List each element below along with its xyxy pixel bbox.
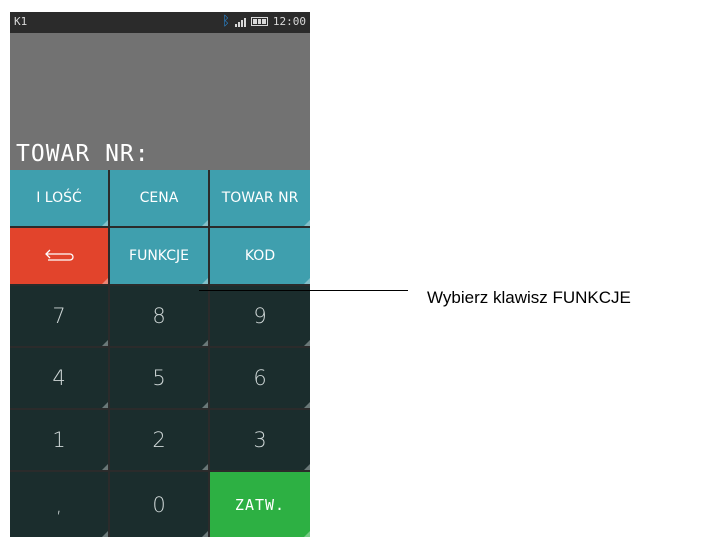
- bluetooth-icon: ᛒ: [222, 14, 230, 29]
- digit-5-key[interactable]: 5: [110, 348, 208, 408]
- digit-6-key[interactable]: 6: [210, 348, 310, 408]
- callout-text: Wybierz klawisz FUNKCJE: [427, 288, 631, 307]
- clock: 12:00: [272, 15, 306, 28]
- digit-3-key[interactable]: 3: [210, 410, 310, 470]
- cena-key[interactable]: CENA: [110, 170, 208, 226]
- back-arrow-icon: [45, 249, 74, 261]
- funkcje-key[interactable]: FUNKCJE: [110, 228, 208, 284]
- zatw-key[interactable]: ZATW.: [210, 472, 310, 537]
- digit-8-key[interactable]: 8: [110, 286, 208, 346]
- callout-line: [199, 290, 408, 291]
- display-area: TOWAR NR:: [10, 33, 310, 170]
- ilosc-key[interactable]: I LOŚĆ: [10, 170, 108, 226]
- stage: K1 ᛒ 12:00 TOWAR NR: I LOŚĆ CENA TOWAR N…: [0, 0, 705, 537]
- display-prompt: TOWAR NR:: [16, 141, 150, 167]
- keypad: I LOŚĆ CENA TOWAR NR FUNKCJE KOD 7 8 9 4…: [10, 170, 310, 537]
- digit-7-key[interactable]: 7: [10, 286, 108, 346]
- digit-4-key[interactable]: 4: [10, 348, 108, 408]
- kod-key[interactable]: KOD: [210, 228, 310, 284]
- device-screen: K1 ᛒ 12:00 TOWAR NR: I LOŚĆ CENA TOWAR N…: [10, 12, 310, 537]
- status-bar: K1 ᛒ 12:00: [10, 12, 310, 33]
- status-icons: ᛒ 12:00: [222, 15, 306, 28]
- digit-9-key[interactable]: 9: [210, 286, 310, 346]
- channel-label: K1: [14, 15, 28, 28]
- comma-key[interactable]: ,: [10, 472, 108, 537]
- signal-icon: [234, 16, 246, 27]
- battery-icon: [250, 17, 268, 26]
- digit-2-key[interactable]: 2: [110, 410, 208, 470]
- back-key[interactable]: [10, 228, 108, 284]
- digit-0-key[interactable]: 0: [110, 472, 208, 537]
- towar-nr-key[interactable]: TOWAR NR: [210, 170, 310, 226]
- digit-1-key[interactable]: 1: [10, 410, 108, 470]
